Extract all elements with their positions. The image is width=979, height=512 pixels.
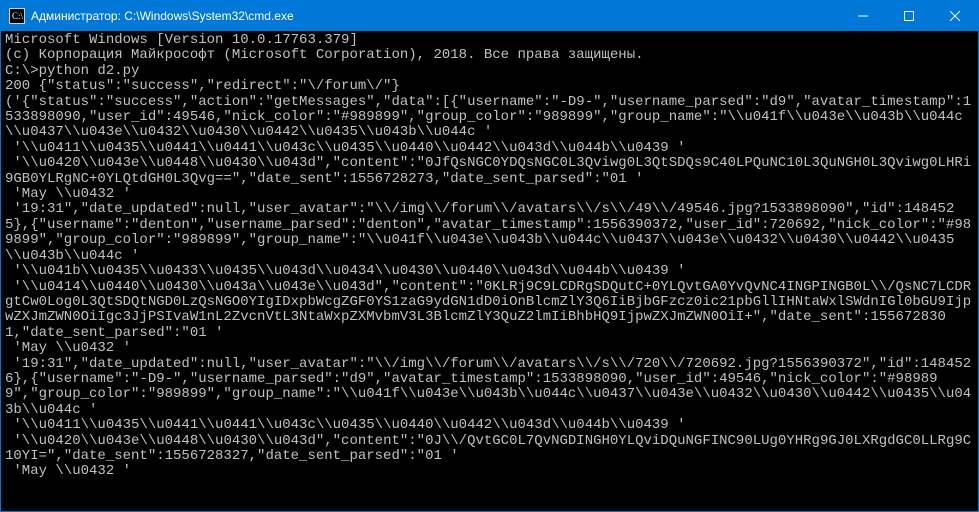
close-icon (950, 11, 960, 21)
minimize-button[interactable] (840, 1, 886, 31)
terminal-line: 'May \\u0432 ' (5, 341, 974, 356)
terminal-line: ('{"status":"success","action":"getMessa… (5, 95, 974, 141)
titlebar[interactable]: C:\ Администратор: C:\Windows\System32\c… (1, 1, 978, 31)
terminal-line: '\\u0420\\u043e\\u0448\\u0430\\u043d","c… (5, 156, 974, 187)
terminal-line: 'May \\u0432 ' (5, 464, 974, 479)
terminal-line: '\\u041b\\u0435\\u0433\\u0435\\u043d\\u0… (5, 264, 974, 279)
terminal-line: 200 {"status":"success","redirect":"\/fo… (5, 79, 974, 94)
window-title: Администратор: C:\Windows\System32\cmd.e… (31, 9, 840, 23)
terminal-line: '19:31","date_updated":null,"user_avatar… (5, 202, 974, 264)
terminal-line: 'May \\u0432 ' (5, 187, 974, 202)
svg-text:C:\: C:\ (12, 11, 24, 21)
window-controls (840, 1, 978, 31)
maximize-button[interactable] (886, 1, 932, 31)
terminal-line: '19:31","date_updated":null,"user_avatar… (5, 357, 974, 419)
terminal-line: (c) Корпорация Майкрософт (Microsoft Cor… (5, 48, 974, 63)
maximize-icon (904, 11, 914, 21)
terminal-line: '\\u0411\\u0435\\u0441\\u0441\\u043c\\u0… (5, 141, 974, 156)
cmd-window: C:\ Администратор: C:\Windows\System32\c… (0, 0, 979, 512)
close-button[interactable] (932, 1, 978, 31)
terminal-line: '\\u0420\\u043e\\u0448\\u0430\\u043d","c… (5, 434, 974, 465)
terminal-line: '\\u0411\\u0435\\u0441\\u0441\\u043c\\u0… (5, 418, 974, 433)
terminal-output[interactable]: Microsoft Windows [Version 10.0.17763.37… (1, 31, 978, 511)
minimize-icon (858, 11, 868, 21)
cmd-icon: C:\ (9, 8, 25, 24)
terminal-line: C:\>python d2.py (5, 64, 974, 79)
terminal-line: '\\u0414\\u0440\\u0430\\u043a\\u043e\\u0… (5, 280, 974, 342)
